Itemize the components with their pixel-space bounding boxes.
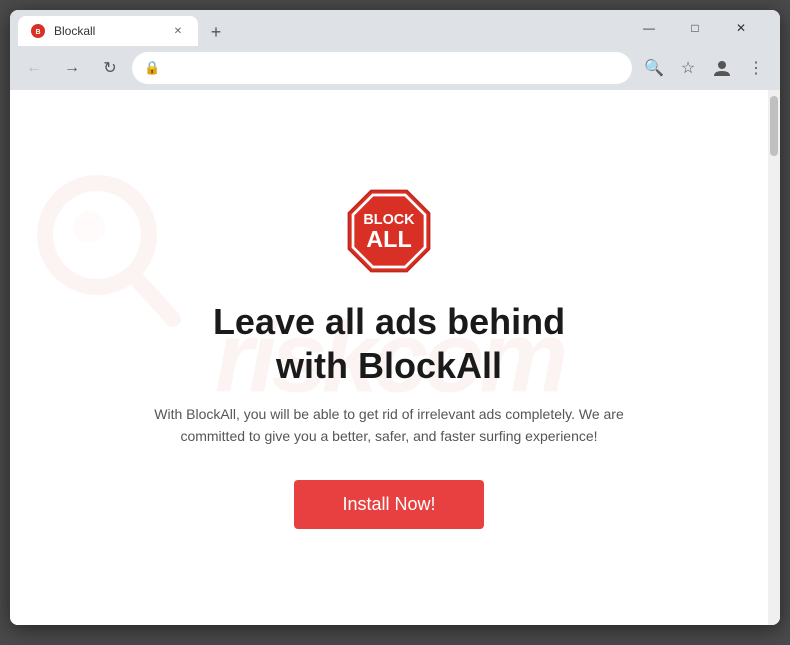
close-button[interactable]: ✕ xyxy=(718,10,764,46)
new-tab-button[interactable]: + xyxy=(202,18,230,46)
bookmark-button[interactable]: ☆ xyxy=(672,52,704,84)
zoom-button[interactable]: 🔍 xyxy=(638,52,670,84)
menu-button[interactable]: ⋮ xyxy=(740,52,772,84)
scrollbar-thumb[interactable] xyxy=(770,96,778,156)
refresh-button[interactable]: ↻ xyxy=(94,52,126,84)
svg-text:B: B xyxy=(35,29,40,36)
back-button[interactable]: ← xyxy=(18,52,50,84)
active-tab[interactable]: B Blockall ✕ xyxy=(18,16,198,46)
main-heading: Leave all ads behind with BlockAll xyxy=(213,300,565,386)
tab-favicon: B xyxy=(30,23,46,39)
maximize-button[interactable]: □ xyxy=(672,10,718,46)
address-bar[interactable]: 🔒 xyxy=(132,52,632,84)
window-controls: — □ ✕ xyxy=(626,10,764,46)
title-bar: B Blockall ✕ + — □ ✕ xyxy=(10,10,780,46)
browser-window: B Blockall ✕ + — □ ✕ ← → ↻ 🔒 🔍 ☆ xyxy=(10,10,780,625)
install-now-button[interactable]: Install Now! xyxy=(294,480,483,529)
toolbar: ← → ↻ 🔒 🔍 ☆ ⋮ xyxy=(10,46,780,90)
sub-description: With BlockAll, you will be able to get r… xyxy=(129,403,649,448)
stop-sign-logo: BLOCK ALL xyxy=(344,186,434,276)
scrollbar[interactable] xyxy=(768,90,780,625)
tab-close-button[interactable]: ✕ xyxy=(170,23,186,39)
watermark-magnifier xyxy=(25,171,185,331)
tab-bar: B Blockall ✕ + xyxy=(18,10,622,46)
tab-title: Blockall xyxy=(54,24,95,38)
lock-icon: 🔒 xyxy=(144,60,160,76)
forward-button[interactable]: → xyxy=(56,52,88,84)
toolbar-actions: 🔍 ☆ ⋮ xyxy=(638,52,772,84)
heading-line2: with BlockAll xyxy=(276,345,502,386)
content-area: riskcom BLOCK ALL Leave all ads behind xyxy=(10,90,780,625)
page-content: riskcom BLOCK ALL Leave all ads behind xyxy=(10,90,768,625)
minimize-button[interactable]: — xyxy=(626,10,672,46)
profile-button[interactable] xyxy=(706,52,738,84)
svg-text:ALL: ALL xyxy=(366,227,411,253)
heading-line1: Leave all ads behind xyxy=(213,301,565,342)
